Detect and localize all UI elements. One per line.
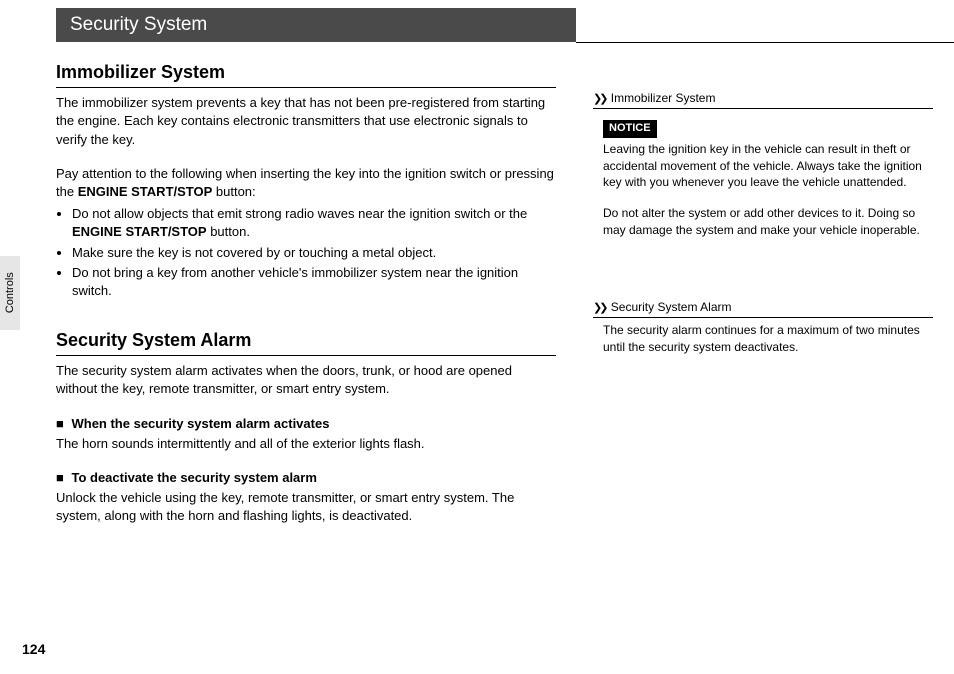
sidebar-block-alarm: Security System Alarm The security alarm… xyxy=(593,299,933,356)
section-header-title: Security System xyxy=(70,12,207,39)
list-item: Make sure the key is not covered by or t… xyxy=(72,244,556,262)
ref-text: Immobilizer System xyxy=(611,91,716,105)
sidebar-alarm-text: The security alarm continues for a maxim… xyxy=(603,322,933,356)
alarm-intro: The security system alarm activates when… xyxy=(56,362,556,398)
text: button. xyxy=(207,224,250,239)
immobilizer-instructions: Pay attention to the following when inse… xyxy=(56,165,556,201)
notice-label: NOTICE xyxy=(603,120,657,137)
chapter-tab-label: Controls xyxy=(2,273,17,314)
immobilizer-intro: The immobilizer system prevents a key th… xyxy=(56,94,556,149)
notice-text-2: Do not alter the system or add other dev… xyxy=(603,205,933,239)
alarm-subheading-deactivate: To deactivate the security system alarm xyxy=(56,469,556,487)
engine-start-stop-label: ENGINE START/STOP xyxy=(78,184,213,199)
chapter-tab: Controls xyxy=(0,256,20,330)
manual-page: Security System Controls Immobilizer Sys… xyxy=(0,0,954,674)
alarm-heading: Security System Alarm xyxy=(56,328,556,356)
sidebar-ref-immobilizer: Immobilizer System xyxy=(593,90,933,109)
header-rule xyxy=(576,42,954,43)
page-number: 124 xyxy=(22,640,45,660)
engine-start-stop-label: ENGINE START/STOP xyxy=(72,224,207,239)
notice-text-1: Leaving the ignition key in the vehicle … xyxy=(603,141,933,191)
notice-box: NOTICE Leaving the ignition key in the v… xyxy=(603,119,933,238)
ref-text: Security System Alarm xyxy=(611,300,732,314)
text: Do not allow objects that emit strong ra… xyxy=(72,206,527,221)
alarm-activates-text: The horn sounds intermittently and all o… xyxy=(56,435,556,453)
main-content: Immobilizer System The immobilizer syste… xyxy=(56,60,556,526)
text: button: xyxy=(212,184,255,199)
list-item: Do not bring a key from another vehicle'… xyxy=(72,264,556,300)
list-item: Do not allow objects that emit strong ra… xyxy=(72,205,556,241)
immobilizer-bullets: Do not allow objects that emit strong ra… xyxy=(56,205,556,300)
subheading-text: When the security system alarm activates xyxy=(71,416,329,431)
sidebar-content: Immobilizer System NOTICE Leaving the ig… xyxy=(593,90,933,356)
subheading-text: To deactivate the security system alarm xyxy=(71,470,316,485)
alarm-subheading-activates: When the security system alarm activates xyxy=(56,415,556,433)
section-header: Security System xyxy=(56,8,576,42)
alarm-deactivate-text: Unlock the vehicle using the key, remote… xyxy=(56,489,556,525)
sidebar-ref-alarm: Security System Alarm xyxy=(593,299,933,318)
immobilizer-heading: Immobilizer System xyxy=(56,60,556,88)
